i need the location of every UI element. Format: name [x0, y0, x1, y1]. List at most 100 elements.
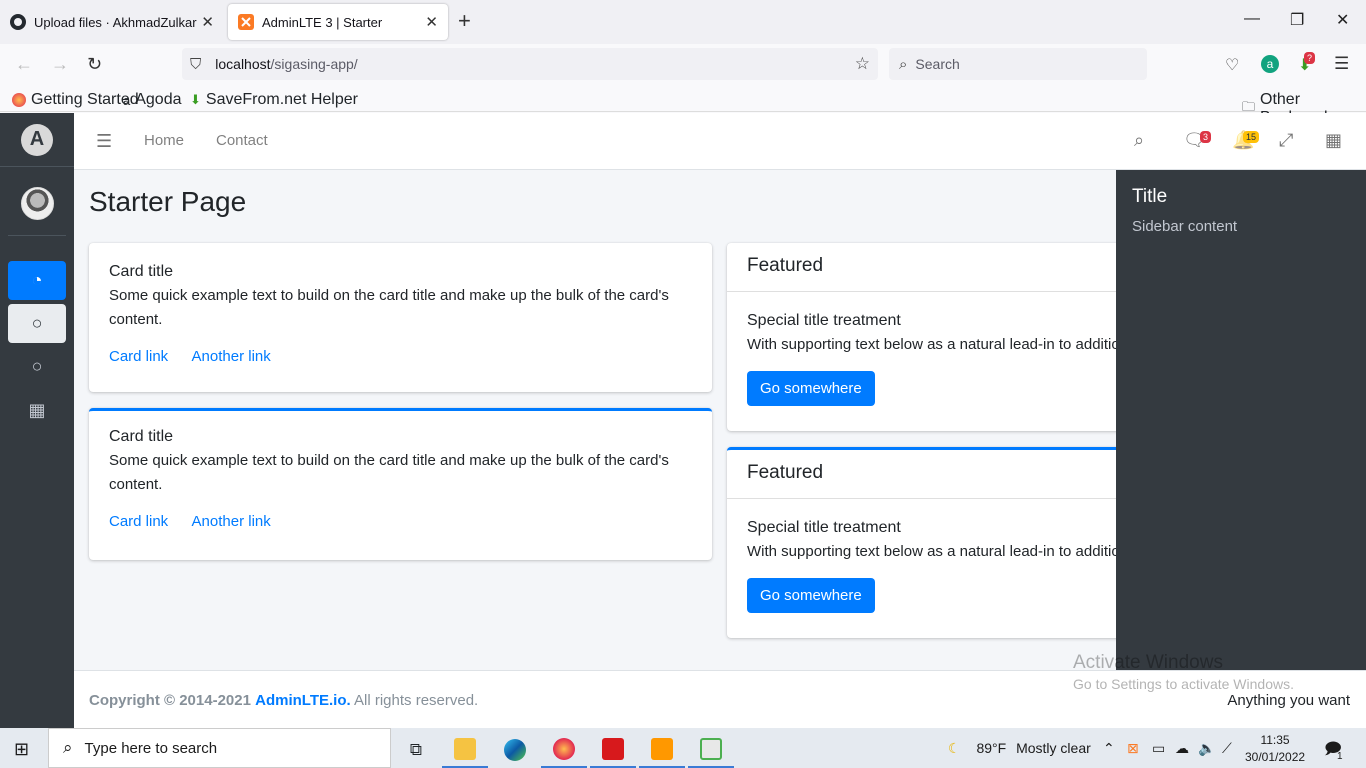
card-title: Special title treatment [747, 519, 901, 536]
url-path: /sigasing-app/ [270, 56, 358, 72]
new-tab-button[interactable]: + [458, 10, 471, 32]
bookmark-label: SaveFrom.net Helper [205, 91, 358, 108]
circle-icon: ○ [31, 356, 43, 376]
clock-time: 11:35 [1260, 733, 1290, 747]
browser-search-input[interactable]: ⌕ Search [889, 48, 1147, 80]
close-window-button[interactable]: ✕ [1336, 10, 1349, 30]
close-tab-icon[interactable]: ✕ [425, 13, 438, 31]
page-title: Starter Page [89, 186, 247, 217]
grid-icon: ▦ [28, 400, 46, 420]
footer-copyright: Copyright © 2014-2021 AdminLTE.io. All r… [89, 692, 478, 709]
sidebar-item-page-2[interactable]: ○ [8, 347, 66, 386]
notepad-app-icon[interactable] [688, 731, 734, 768]
weather-text: Mostly clear [1016, 740, 1091, 756]
card-text: With supporting text below as a natural … [747, 543, 1147, 560]
grammarly-icon[interactable]: a [1261, 55, 1279, 73]
sidebar-item-page-1[interactable]: ○ [8, 304, 66, 343]
reload-icon[interactable]: ↻ [87, 54, 102, 75]
rights-text: All rights reserved. [354, 692, 479, 709]
control-sidebar-title: Title [1132, 186, 1168, 207]
tab-title: Upload files · AkhmadZulkarnain [34, 14, 197, 30]
tachometer-icon: ◔ [31, 270, 43, 290]
watermark-line1: Activate Windows [1073, 652, 1223, 673]
battery-icon[interactable]: ▭ [1152, 740, 1165, 757]
firefox-icon[interactable] [541, 731, 587, 768]
menu-icon[interactable]: ☰ [1334, 54, 1349, 74]
tab-title: AdminLTE 3 | Starter [262, 14, 383, 30]
chevron-up-icon[interactable]: ⌃ [1103, 740, 1115, 757]
acrobat-icon[interactable] [590, 731, 636, 768]
task-view-icon[interactable]: ⧉ [393, 731, 439, 768]
savefrom-icon: ⬇ [190, 92, 201, 107]
agoda-icon: a [123, 92, 131, 108]
taskbar-clock[interactable]: 11:35 30/01/2022 [1245, 732, 1305, 766]
featured-card: Featured Special title treatment With su… [727, 243, 1147, 431]
another-link[interactable]: Another link [192, 348, 271, 365]
restore-button[interactable]: ❐ [1290, 10, 1304, 30]
card-link[interactable]: Card link [109, 513, 168, 530]
github-icon [10, 14, 26, 30]
brand-link[interactable]: A [0, 113, 74, 167]
pocket-icon[interactable]: ♡ [1225, 55, 1239, 75]
url-host: localhost [215, 56, 271, 72]
adminlte-link[interactable]: AdminLTE.io. [255, 692, 351, 709]
bookmark-getting-started[interactable]: Getting Started [12, 91, 139, 109]
url-bar[interactable]: ⛉ localhost /sigasing-app/ ☆ [182, 48, 878, 80]
card-text: Some quick example text to build on the … [109, 287, 669, 328]
user-panel[interactable] [8, 172, 66, 236]
nav-link-contact[interactable]: Contact [216, 132, 268, 149]
card-primary-outline: Card title Some quick example text to bu… [89, 408, 712, 560]
edge-icon[interactable] [492, 731, 538, 768]
xampp-tray-icon[interactable]: ⊠ [1127, 740, 1139, 757]
weather-widget[interactable]: ☾ 89°F Mostly clear [948, 740, 1091, 757]
sidebar-item-apps[interactable]: ▦ [8, 391, 66, 430]
card-text: With supporting text below as a natural … [747, 336, 1147, 353]
addon-badge: ? [1304, 52, 1316, 64]
featured-card-primary-outline: Featured Special title treatment With su… [727, 447, 1147, 638]
sublime-icon[interactable] [639, 731, 685, 768]
bookmark-agoda[interactable]: a Agoda [123, 91, 182, 109]
another-link[interactable]: Another link [192, 513, 271, 530]
forward-icon[interactable]: → [51, 54, 69, 75]
card-title: Card title [109, 428, 174, 445]
firefox-icon [12, 93, 26, 107]
minimize-button[interactable]: — [1244, 10, 1260, 28]
card-header: Featured [727, 243, 1147, 292]
taskbar-search-input[interactable]: ⌕ Type here to search [48, 728, 391, 768]
search-icon[interactable]: ⌕ [1134, 130, 1144, 151]
circle-icon: ○ [31, 313, 43, 333]
volume-icon[interactable]: 🔈 [1198, 740, 1215, 757]
browser-tab-github[interactable]: Upload files · AkhmadZulkarnain ✕ [0, 0, 224, 44]
go-somewhere-button[interactable]: Go somewhere [747, 371, 875, 406]
nav-link-home[interactable]: Home [144, 132, 184, 149]
windows-start-icon[interactable]: ⊞ [14, 739, 29, 760]
notifications-badge: 15 [1243, 131, 1260, 143]
clock-date: 30/01/2022 [1245, 750, 1306, 764]
network-icon[interactable]: ⟋ [1222, 740, 1232, 757]
search-icon: ⌕ [899, 55, 908, 73]
go-somewhere-button[interactable]: Go somewhere [747, 578, 875, 613]
sidebar-item-dashboard[interactable]: ◔ [8, 261, 66, 300]
fullscreen-icon[interactable]: ⤢ [1279, 130, 1293, 151]
card-link[interactable]: Card link [109, 348, 168, 365]
card-title: Card title [109, 263, 174, 280]
file-explorer-icon[interactable] [442, 731, 488, 768]
card: Card title Some quick example text to bu… [89, 243, 712, 392]
bookmark-star-icon[interactable]: ☆ [855, 54, 870, 74]
card-header: Featured [727, 450, 1147, 499]
card-text: Some quick example text to build on the … [109, 452, 669, 493]
taskbar-search-placeholder: Type here to search [84, 739, 218, 757]
control-sidebar-icon[interactable]: ▦ [1325, 130, 1342, 151]
close-tab-icon[interactable]: ✕ [201, 13, 214, 31]
copyright-text: Copyright © 2014-2021 [89, 692, 251, 709]
xampp-icon [238, 14, 254, 30]
footer-right-text: Anything you want [1227, 692, 1350, 709]
cloud-icon[interactable]: ☁ [1175, 740, 1189, 757]
back-icon[interactable]: ← [15, 54, 33, 75]
hamburger-icon[interactable]: ☰ [96, 131, 112, 152]
shield-icon[interactable]: ⛉ [190, 56, 201, 73]
browser-tab-adminlte[interactable]: AdminLTE 3 | Starter ✕ [228, 4, 448, 40]
search-placeholder: Search [915, 56, 960, 72]
bookmark-label: Agoda [135, 91, 182, 108]
bookmark-savefrom[interactable]: ⬇ SaveFrom.net Helper [190, 91, 358, 109]
